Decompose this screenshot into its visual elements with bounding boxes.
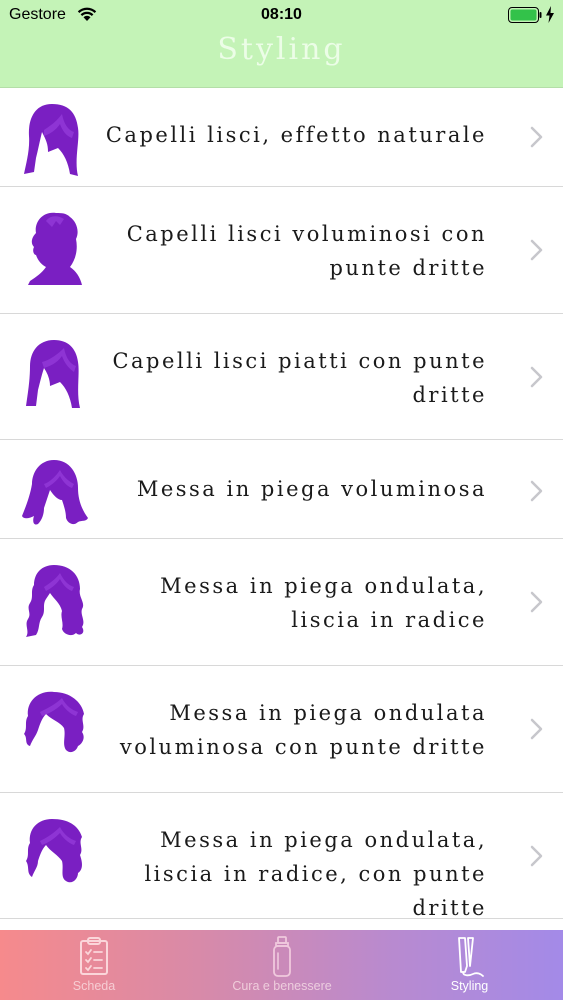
hair-wavy-long-icon (26, 565, 84, 637)
list-item-label: Capelli lisci voluminosi con punte dritt… (126, 222, 487, 280)
chevron-right-icon (530, 366, 543, 388)
tab-label: Styling (450, 979, 489, 993)
tab-styling[interactable]: Styling (376, 930, 563, 1000)
chevron-right-icon (530, 845, 543, 867)
clipboard-icon (80, 937, 108, 975)
list-item[interactable]: Capelli lisci piatti con punte dritte (0, 314, 563, 440)
tab-bar: Scheda Cura e benessere Styling (0, 930, 563, 1000)
tab-label: Cura e benessere (232, 979, 332, 993)
list-item[interactable]: Messa in piega ondulata, liscia in radic… (0, 539, 563, 666)
styling-list: Capelli lisci, effetto naturale Capelli … (0, 88, 563, 920)
hair-straight-flat-icon (26, 340, 80, 408)
list-item[interactable]: Messa in piega ondulata, liscia in radic… (0, 793, 563, 920)
list-item[interactable]: Capelli lisci, effetto naturale (0, 88, 563, 187)
chevron-right-icon (530, 480, 543, 502)
hair-straight-natural-icon (24, 104, 79, 176)
chevron-right-icon (530, 239, 543, 261)
list-item-label: Messa in piega ondulata, liscia in radic… (144, 828, 487, 920)
spray-bottle-icon (273, 936, 291, 977)
tab-label: Scheda (72, 979, 116, 993)
status-time: 08:10 (261, 6, 302, 23)
hair-wavy-voluminous-icon (24, 691, 84, 753)
tab-cura-e-benessere[interactable]: Cura e benessere (188, 930, 376, 1000)
hair-straightener-icon (457, 937, 484, 977)
chevron-right-icon (530, 126, 543, 148)
chevron-right-icon (530, 718, 543, 740)
list-item[interactable]: Messa in piega ondulata voluminosa con p… (0, 666, 563, 793)
navigation-header: Gestore 08:10 Styling (0, 0, 563, 88)
list-item-label: Messa in piega ondulata, liscia in radic… (160, 574, 487, 632)
tab-scheda[interactable]: Scheda (0, 930, 188, 1000)
hair-wavy-short-icon (26, 819, 82, 883)
list-item-label: Capelli lisci, effetto naturale (105, 123, 487, 147)
list-item-label: Capelli lisci piatti con punte dritte (112, 349, 487, 407)
page-title: Styling (217, 32, 346, 67)
list-item[interactable]: Capelli lisci voluminosi con punte dritt… (0, 187, 563, 314)
chevron-right-icon (530, 591, 543, 613)
hair-voluminous-icon (22, 460, 88, 525)
list-item-label: Messa in piega ondulata voluminosa con p… (119, 701, 487, 759)
list-item-label: Messa in piega voluminosa (136, 477, 487, 501)
status-bar: Gestore 08:10 (0, 0, 563, 28)
battery-icon (508, 7, 542, 23)
charging-bolt-icon (546, 6, 554, 23)
hair-short-profile-icon (28, 212, 82, 285)
list-item[interactable]: Messa in piega voluminosa (0, 440, 563, 539)
